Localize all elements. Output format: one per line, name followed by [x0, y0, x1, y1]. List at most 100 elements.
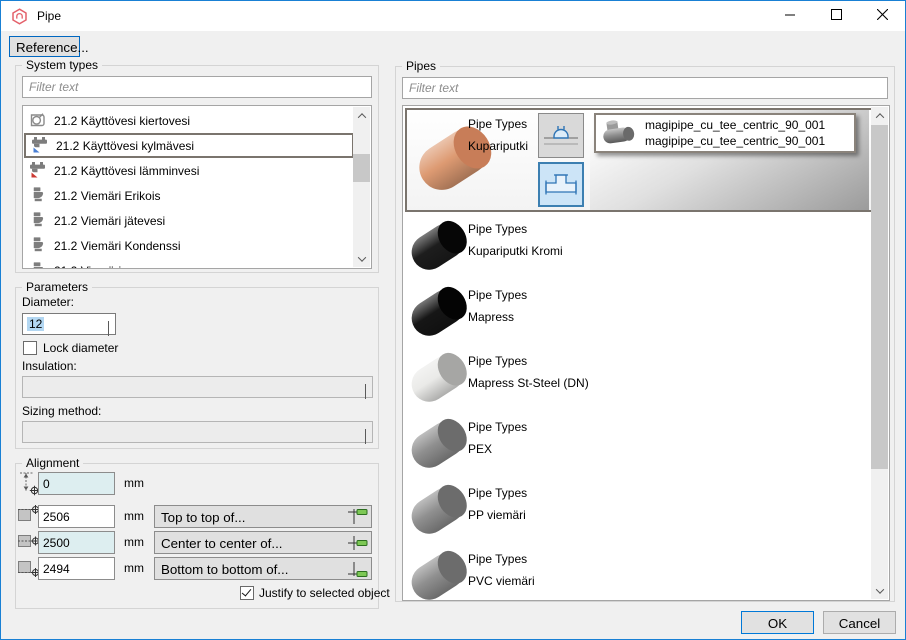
- tee-branch-button[interactable]: [538, 162, 584, 207]
- system-type-item[interactable]: 21.2 Viemäri Erikois: [24, 183, 354, 208]
- pipe-item[interactable]: Pipe Types Mapress: [404, 282, 872, 348]
- pipe-item[interactable]: Pipe Types Kupariputki Kromi: [404, 216, 872, 282]
- system-types-group-label: System types: [22, 58, 102, 73]
- faucet-hot-icon: [27, 161, 49, 181]
- pipe-cylinder: [405, 547, 471, 601]
- system-type-label: 21.2 Käyttövesi kiertovesi: [54, 114, 190, 128]
- faucet-cold-icon: [29, 136, 51, 156]
- toilet-icon: [27, 211, 49, 230]
- pipe-item-line2: PP viemäri: [468, 508, 526, 522]
- minimize-button[interactable]: [767, 1, 813, 31]
- pipe-item-line2: Mapress: [468, 310, 514, 324]
- pipe-item-line2: Mapress St-Steel (DN): [468, 376, 589, 390]
- chevron-down-icon: [357, 253, 365, 261]
- reference-button[interactable]: Reference...: [9, 36, 80, 57]
- unit-label: mm: [124, 531, 144, 554]
- scroll-down-button[interactable]: [353, 250, 370, 267]
- system-type-item-selected[interactable]: 21.2 Käyttövesi kylmävesi: [24, 133, 354, 158]
- pipes-group-label: Pipes: [402, 59, 440, 74]
- bottom-to-bottom-icon: [348, 559, 368, 585]
- diameter-label: Diameter:: [22, 295, 74, 309]
- justify-checkbox[interactable]: [240, 586, 254, 600]
- saddle-branch-button[interactable]: [538, 113, 584, 158]
- pipe-item-line1: Pipe Types: [468, 552, 527, 566]
- center-to-center-label: Center to center of...: [161, 536, 283, 551]
- fitting-name-1: magipipe_cu_tee_centric_90_001: [645, 117, 825, 133]
- fitting-name-2: magipipe_cu_tee_centric_90_001: [645, 133, 825, 149]
- fitting-names: magipipe_cu_tee_centric_90_001 magipipe_…: [645, 117, 825, 149]
- alignment-group: Alignment mm: [15, 463, 379, 609]
- center-to-center-button[interactable]: Center to center of...: [154, 531, 372, 554]
- lock-diameter-checkbox[interactable]: [23, 341, 37, 355]
- pipe-item-line1: Pipe Types: [468, 486, 527, 500]
- system-type-label: 21.2 Käyttövesi lämminvesi: [54, 164, 199, 178]
- system-type-item[interactable]: 21.2 Viemäri jätevesi: [24, 208, 354, 233]
- system-types-list: 21.2 Käyttövesi kiertovesi: [22, 105, 372, 269]
- chevron-up-icon: [875, 113, 883, 121]
- pipe-item-line2: Kupariputki Kromi: [468, 244, 563, 258]
- pipes-filter-input[interactable]: [402, 77, 888, 99]
- scroll-up-button[interactable]: [353, 107, 370, 124]
- pipe-item[interactable]: Pipe Types Mapress St-Steel (DN): [404, 348, 872, 414]
- sizing-method-combobox[interactable]: [22, 421, 373, 443]
- toilet-icon: [27, 186, 49, 205]
- system-type-item[interactable]: 21.2 Viemäri rasva: [24, 258, 354, 269]
- pipe-cylinder: [405, 283, 471, 343]
- system-types-scrollbar[interactable]: [353, 107, 370, 267]
- chevron-down-icon: [875, 585, 883, 593]
- pipe-item-line2: PVC viemäri: [468, 574, 535, 588]
- top-to-top-label: Top to top of...: [161, 510, 245, 525]
- saddle-branch-icon: [541, 114, 581, 157]
- pipe-item-line1: Pipe Types: [468, 222, 527, 236]
- close-button[interactable]: [859, 1, 905, 31]
- insulation-combobox[interactable]: [22, 376, 373, 398]
- pipes-scrollbar[interactable]: [871, 107, 888, 599]
- center-distance-input[interactable]: [38, 531, 115, 554]
- pipe-item-line1: Pipe Types: [468, 420, 527, 434]
- toilet-icon: [27, 261, 49, 269]
- pipe-cylinder: [405, 481, 471, 541]
- top-distance-input[interactable]: [38, 505, 115, 528]
- chevron-down-icon: [365, 429, 366, 443]
- pipe-cylinder: [405, 349, 471, 409]
- scrollbar-thumb[interactable]: [871, 125, 888, 469]
- pipe-cylinder: [405, 217, 471, 277]
- system-type-label: 21.2 Viemäri Kondenssi: [54, 239, 181, 253]
- pipes-group: Pipes Pipe Types Kupariputki: [395, 66, 895, 602]
- fitting-panel: magipipe_cu_tee_centric_90_001 magipipe_…: [590, 110, 869, 210]
- scroll-down-button[interactable]: [871, 582, 888, 599]
- chevron-up-icon: [357, 113, 365, 121]
- system-type-item[interactable]: 21.2 Käyttövesi kiertovesi: [24, 108, 354, 133]
- cancel-button[interactable]: Cancel: [823, 611, 896, 634]
- system-type-item[interactable]: 21.2 Käyttövesi lämminvesi: [24, 158, 354, 183]
- maximize-button[interactable]: [813, 1, 859, 31]
- chevron-down-icon: [108, 321, 109, 335]
- top-to-top-button[interactable]: Top to top of...: [154, 505, 372, 528]
- unit-label: mm: [124, 472, 144, 495]
- check-icon: [242, 586, 252, 596]
- system-types-group: System types 21.2 Käyttövesi kiertovesi: [15, 65, 379, 273]
- system-types-filter-input[interactable]: [22, 76, 372, 98]
- height-offset-input[interactable]: [38, 472, 115, 495]
- pipe-dialog: Pipe Reference... System type: [0, 0, 906, 640]
- unit-label: mm: [124, 505, 144, 528]
- scroll-up-button[interactable]: [871, 107, 888, 124]
- minimize-icon: [785, 9, 795, 23]
- window-title: Pipe: [37, 9, 61, 23]
- alignment-group-label: Alignment: [22, 456, 83, 471]
- bottom-distance-input[interactable]: [38, 557, 115, 580]
- center-to-center-icon: [348, 533, 368, 559]
- chevron-down-icon: [365, 384, 366, 398]
- scrollbar-thumb[interactable]: [353, 154, 370, 182]
- pipe-item-line1: Pipe Types: [468, 117, 527, 131]
- system-type-item[interactable]: 21.2 Viemäri Kondenssi: [24, 233, 354, 258]
- pipe-item[interactable]: Pipe Types PEX: [404, 414, 872, 480]
- ok-button[interactable]: OK: [741, 611, 814, 634]
- bottom-to-bottom-button[interactable]: Bottom to bottom of...: [154, 557, 372, 580]
- pipe-item[interactable]: Pipe Types PP viemäri: [404, 480, 872, 546]
- diameter-combobox[interactable]: 12: [22, 313, 116, 335]
- diameter-value: 12: [27, 317, 44, 331]
- fitting-names-box[interactable]: magipipe_cu_tee_centric_90_001 magipipe_…: [594, 113, 856, 153]
- pipe-item[interactable]: Pipe Types PVC viemäri: [404, 546, 872, 601]
- pipe-item-selected[interactable]: Pipe Types Kupariputki: [405, 108, 873, 212]
